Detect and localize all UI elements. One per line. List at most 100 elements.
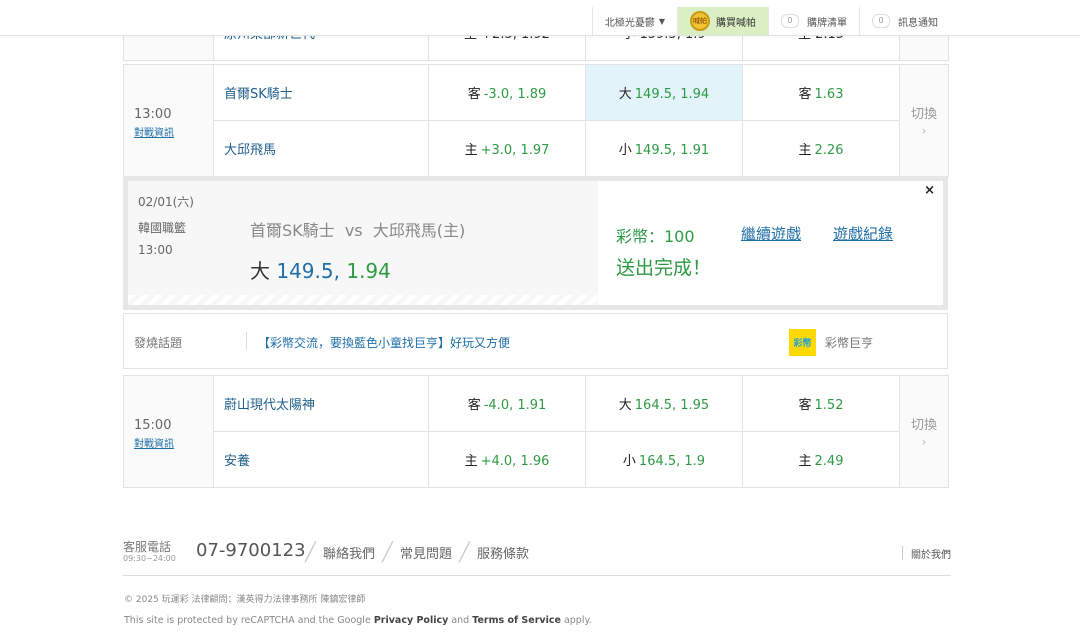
ml-value: 2.49 xyxy=(814,454,844,469)
faq-link[interactable]: 常見問題 xyxy=(400,543,452,562)
cart-count-badge: 0 xyxy=(781,14,799,28)
away-spread-odds[interactable]: 客 -3.0, 1.89 xyxy=(428,64,586,121)
coin-icon: 喊帕 xyxy=(690,11,710,31)
spread-value: -3.0, 1.89 xyxy=(483,87,547,102)
ml-side: 客 xyxy=(798,87,812,102)
under-odds[interactable]: 小 149.5, 1.91 xyxy=(585,120,743,177)
ml-value: 1.52 xyxy=(814,398,844,413)
ticket-league: 韓國職籃 xyxy=(138,221,187,235)
cart-button[interactable]: 0 購牌清單 xyxy=(768,7,859,35)
spread-side: 主 xyxy=(464,143,478,158)
hot-topic-link[interactable]: 【彩幣交流，要換藍色小童找巨亨】好玩又方便 xyxy=(258,334,510,351)
total-side: 大 xyxy=(618,87,632,102)
ticket-pick: 大 149.5, 1.94 xyxy=(250,255,391,284)
pick-line: 149.5, xyxy=(276,259,340,283)
recaptcha-apply: apply. xyxy=(563,615,592,626)
bet-ticket: 02/01(六) 韓國職籃 13:00 首爾SK騎士 vs 大邱飛馬(主) 大 … xyxy=(128,181,598,305)
home-team[interactable]: 大邱飛馬 xyxy=(213,120,429,177)
chevron-right-icon: › xyxy=(921,124,927,138)
away-spread-odds[interactable]: 客 -4.0, 1.91 xyxy=(428,375,586,432)
switch-label: 切換 xyxy=(910,107,937,122)
total-side: 小 xyxy=(618,143,632,158)
bet-confirmation-panel: 02/01(六) 韓國職籃 13:00 首爾SK騎士 vs 大邱飛馬(主) 大 … xyxy=(123,176,948,310)
game-time: 13:00 xyxy=(134,106,172,122)
total-side: 小 xyxy=(622,454,636,469)
coins-amount: 彩幣：100 xyxy=(616,227,695,246)
switch-button[interactable]: 切換 › xyxy=(899,375,949,488)
matchup-info-link[interactable]: 對戰資訊 xyxy=(134,435,213,450)
game-block-2: 15:00 對戰資訊 蔚山現代太陽神 客 -4.0, 1.91 大 164.5, 1… xyxy=(123,375,949,488)
spread-side: 主 xyxy=(464,454,478,469)
ticket-time: 13:00 xyxy=(138,243,173,257)
away-team[interactable]: 首爾SK騎士 xyxy=(213,64,429,121)
home-moneyline-odds[interactable]: 主 2.49 xyxy=(742,431,900,488)
total-value: 164.5, 1.95 xyxy=(634,398,710,413)
spread-side: 客 xyxy=(467,398,481,413)
game-history-link[interactable]: 遊戲紀錄 xyxy=(833,223,893,244)
home-team[interactable]: 安養 xyxy=(213,431,429,488)
spread-value: +3.0, 1.97 xyxy=(480,143,550,158)
game-time-cell: 13:00 對戰資訊 xyxy=(123,64,214,177)
hotline-title: 客服電話 xyxy=(123,540,172,554)
topic-author[interactable]: 彩幣巨亨 xyxy=(825,334,873,351)
ticket-zigzag-edge xyxy=(128,295,598,305)
home-spread-odds[interactable]: 主 +3.0, 1.97 xyxy=(428,120,586,177)
notify-button[interactable]: 0 訊息通知 xyxy=(859,7,950,35)
under-odds[interactable]: 小 164.5, 1.9 xyxy=(585,431,743,488)
total-value: 149.5, 1.94 xyxy=(634,87,710,102)
copyright-text: © 2025 玩運彩 法律顧問：漢英得力法律事務所 陳鎮宏律師 xyxy=(124,595,366,605)
coin-badge-icon: 彩幣 xyxy=(789,329,816,356)
notify-count-badge: 0 xyxy=(872,14,890,28)
switch-label: 切換 xyxy=(910,418,937,433)
game-block-1: 13:00 對戰資訊 首爾SK騎士 客 -3.0, 1.89 大 149.5, 1.… xyxy=(123,64,949,177)
away-team[interactable]: 蔚山現代太陽神 xyxy=(213,375,429,432)
submit-success-text: 送出完成！ xyxy=(616,257,712,279)
ml-value: 2.26 xyxy=(814,143,844,158)
total-value: 164.5, 1.9 xyxy=(638,454,706,469)
contact-link[interactable]: 聯絡我們 xyxy=(323,543,375,562)
terms-of-service-link[interactable]: Terms of Service xyxy=(472,615,561,626)
spread-value: +4.0, 1.96 xyxy=(480,454,550,469)
recaptcha-prefix: This site is protected by reCAPTCHA and … xyxy=(124,615,371,626)
ml-side: 主 xyxy=(798,143,812,158)
ml-value: 1.63 xyxy=(814,87,844,102)
continue-game-link[interactable]: 繼續遊戲 xyxy=(741,223,801,244)
confirmation-card: 02/01(六) 韓國職籃 13:00 首爾SK騎士 vs 大邱飛馬(主) 大 … xyxy=(128,181,943,305)
away-moneyline-odds[interactable]: 客 1.52 xyxy=(742,375,900,432)
spread-side: 客 xyxy=(467,87,481,102)
ticket-date: 02/01(六) xyxy=(138,195,194,209)
buy-label: 購買喊帕 xyxy=(716,17,756,29)
terms-link[interactable]: 服務條款 xyxy=(477,543,529,562)
hot-topic-label: 發燒話題 xyxy=(134,336,183,350)
hotline-hours: 09:30~24:00 xyxy=(123,554,176,563)
hot-topic-bar: 發燒話題 【彩幣交流，要換藍色小童找巨亨】好玩又方便 彩幣 彩幣巨亨 xyxy=(123,313,948,369)
cart-label: 購牌清單 xyxy=(807,17,847,29)
close-icon[interactable]: × xyxy=(924,183,935,198)
ml-side: 客 xyxy=(798,398,812,413)
total-side: 大 xyxy=(618,398,632,413)
about-link[interactable]: 關於我們 xyxy=(902,546,951,561)
ml-side: 主 xyxy=(798,454,812,469)
chevron-right-icon: › xyxy=(921,435,927,449)
chevron-down-icon: ▼ xyxy=(658,16,665,26)
game-time: 15:00 xyxy=(134,417,172,433)
buy-button[interactable]: 喊帕 購買喊帕 xyxy=(677,7,768,35)
user-menu[interactable]: 北極光憂鬱 ▼ xyxy=(591,7,677,35)
over-odds[interactable]: 大 149.5, 1.94 xyxy=(585,64,743,121)
recaptcha-notice: This site is protected by reCAPTCHA and … xyxy=(124,615,592,626)
pick-odds: 1.94 xyxy=(346,259,391,283)
matchup-info-link[interactable]: 對戰資訊 xyxy=(134,124,213,139)
away-moneyline-odds[interactable]: 客 1.63 xyxy=(742,64,900,121)
recaptcha-and: and xyxy=(451,615,470,626)
switch-button[interactable]: 切換 › xyxy=(899,64,949,177)
over-odds[interactable]: 大 164.5, 1.95 xyxy=(585,375,743,432)
pick-side: 大 xyxy=(250,259,270,283)
privacy-policy-link[interactable]: Privacy Policy xyxy=(374,615,448,626)
divider xyxy=(246,332,247,350)
hotline-label: 客服電話 09:30~24:00 xyxy=(123,541,176,565)
home-moneyline-odds[interactable]: 主 2.26 xyxy=(742,120,900,177)
footer-divider xyxy=(123,575,951,576)
home-spread-odds[interactable]: 主 +4.0, 1.96 xyxy=(428,431,586,488)
ticket-match: 首爾SK騎士 vs 大邱飛馬(主) xyxy=(250,221,466,240)
total-value: 149.5, 1.91 xyxy=(634,143,710,158)
